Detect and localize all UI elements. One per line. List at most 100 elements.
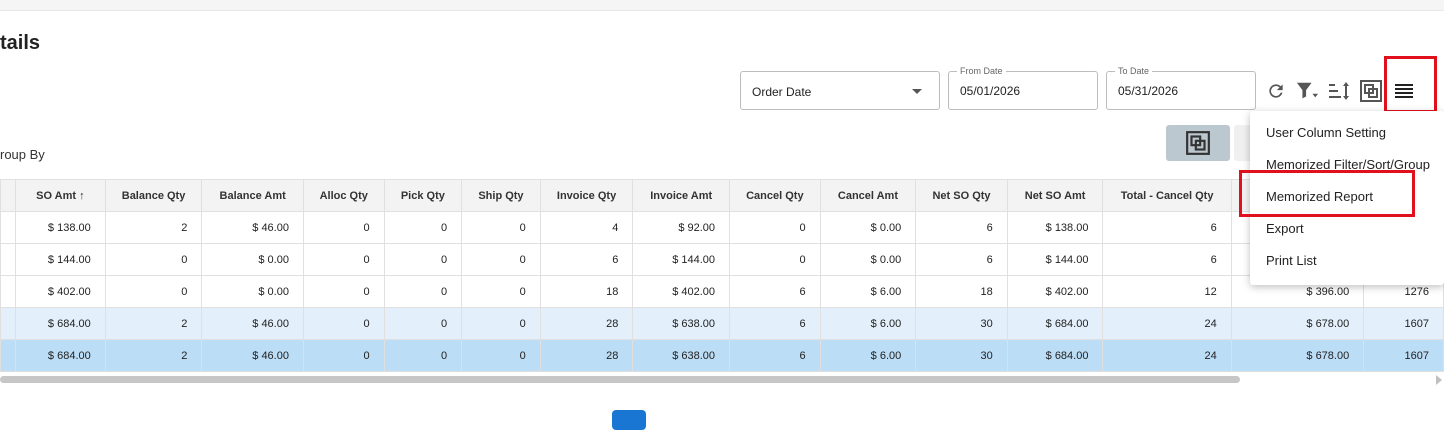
table-cell: 6 — [915, 243, 1008, 276]
column-header[interactable]: Alloc Qty — [302, 179, 385, 212]
table-cell: 2 — [104, 307, 203, 340]
table-cell: 6 — [1102, 211, 1232, 244]
column-header[interactable]: Net SO Qty — [915, 179, 1008, 212]
table-cell — [0, 243, 16, 276]
table-cell — [0, 339, 16, 372]
table-cell: 0 — [383, 275, 463, 308]
pagination-button[interactable] — [612, 410, 646, 430]
table-cell: 6 — [729, 275, 821, 308]
table-cell: $ 678.00 — [1230, 307, 1365, 340]
table-cell: 0 — [383, 307, 463, 340]
memorized-report-highlight — [1239, 170, 1415, 217]
table-cell: $ 0.00 — [819, 211, 917, 244]
table-cell — [0, 211, 16, 244]
table-cell: 28 — [539, 339, 634, 372]
from-date-label: From Date — [957, 66, 1006, 76]
column-header[interactable]: Ship Qty — [461, 179, 541, 212]
table-cell: $ 138.00 — [15, 211, 106, 244]
group-by-label[interactable]: roup By — [0, 147, 45, 162]
table-cell: 0 — [461, 339, 541, 372]
table-cell — [0, 275, 16, 308]
table-cell: 0 — [461, 243, 541, 276]
table-cell: 30 — [915, 339, 1008, 372]
column-header[interactable]: Balance Qty — [104, 179, 203, 212]
table-cell: 6 — [915, 211, 1008, 244]
group-icon — [1186, 131, 1210, 155]
table-cell: 4 — [539, 211, 634, 244]
table-cell: $ 144.00 — [15, 243, 106, 276]
table-cell: $ 0.00 — [201, 243, 304, 276]
table-cell: $ 6.00 — [819, 339, 917, 372]
table-row[interactable]: $ 402.00 0 $ 0.00 0 0 0 18 $ 402.00 6 $ 6.00 18 $ 4… — [0, 275, 1444, 308]
menu-item-export[interactable]: Export — [1266, 221, 1304, 236]
table-cell: $ 138.00 — [1006, 211, 1104, 244]
table-cell: 6 — [729, 339, 821, 372]
column-header[interactable]: Pick Qty — [383, 179, 463, 212]
table-cell: 30 — [915, 307, 1008, 340]
table-cell: 1607 — [1363, 339, 1444, 372]
table-cell: 18 — [539, 275, 634, 308]
table-row[interactable]: $ 684.00 2 $ 46.00 0 0 0 28 $ 638.00 6 $ 6.00 30 $ … — [0, 307, 1444, 340]
column-header[interactable]: Invoice Qty — [539, 179, 634, 212]
table-cell: 0 — [461, 307, 541, 340]
table-cell: 0 — [104, 243, 203, 276]
table-cell: 0 — [302, 211, 385, 244]
to-date-value: 05/31/2026 — [1118, 84, 1179, 98]
table-cell: $ 684.00 — [15, 307, 106, 340]
table-cell: $ 678.00 — [1230, 339, 1365, 372]
table-cell: $ 402.00 — [632, 275, 731, 308]
column-header[interactable]: Balance Amt — [201, 179, 304, 212]
menu-item-user-column-setting[interactable]: User Column Setting — [1266, 125, 1386, 140]
date-type-select[interactable]: Order Date — [740, 71, 940, 110]
table-header-row: SO Amt ↑ Balance Qty Balance Amt Alloc Q… — [0, 179, 1444, 212]
column-header[interactable]: Total - Cancel Qty — [1102, 179, 1232, 212]
table-cell: 2 — [104, 339, 203, 372]
column-header[interactable]: SO Amt ↑ — [15, 179, 106, 212]
table-cell: 0 — [302, 243, 385, 276]
table-cell: $ 46.00 — [201, 307, 304, 340]
table-cell: 6 — [729, 307, 821, 340]
table-cell: 0 — [302, 307, 385, 340]
table-cell: $ 144.00 — [632, 243, 731, 276]
date-type-value: Order Date — [752, 85, 812, 99]
table-cell: $ 638.00 — [632, 339, 731, 372]
data-table: SO Amt ↑ Balance Qty Balance Amt Alloc Q… — [0, 179, 1444, 372]
table-row[interactable]: $ 684.00 2 $ 46.00 0 0 0 28 $ 638.00 6 $ 6.00 30 $ … — [0, 339, 1444, 372]
scrollbar-thumb[interactable] — [0, 376, 1240, 383]
table-cell: 0 — [461, 275, 541, 308]
scroll-right-icon[interactable] — [1436, 375, 1442, 385]
table-cell: 1607 — [1363, 307, 1444, 340]
refresh-icon[interactable] — [1263, 78, 1289, 104]
filter-icon[interactable] — [1294, 78, 1320, 104]
to-date-field[interactable]: To Date 05/31/2026 — [1106, 66, 1256, 110]
menu-item-print-list[interactable]: Print List — [1266, 253, 1317, 268]
sort-icon[interactable] — [1326, 78, 1352, 104]
table-cell: $ 0.00 — [819, 243, 917, 276]
menu-icon-highlight — [1384, 56, 1437, 113]
table-row[interactable]: $ 144.00 0 $ 0.00 0 0 0 6 $ 144.00 0 $ 0.00 6 $ 144… — [0, 243, 1444, 276]
group-toggle-button[interactable] — [1166, 125, 1230, 161]
table-cell: 6 — [1102, 243, 1232, 276]
table-cell: 0 — [383, 243, 463, 276]
column-header[interactable]: Invoice Amt — [632, 179, 731, 212]
table-cell: 28 — [539, 307, 634, 340]
table-cell: 12 — [1102, 275, 1232, 308]
chevron-down-icon — [912, 89, 922, 94]
table-cell: $ 684.00 — [15, 339, 106, 372]
column-header[interactable]: Net SO Amt — [1006, 179, 1104, 212]
from-date-field[interactable]: From Date 05/01/2026 — [948, 66, 1098, 110]
table-cell: $ 684.00 — [1006, 339, 1104, 372]
table-cell: $ 46.00 — [201, 211, 304, 244]
table-cell: 24 — [1102, 307, 1232, 340]
table-cell: 0 — [302, 339, 385, 372]
column-header[interactable]: Cancel Amt — [819, 179, 917, 212]
table-cell: $ 144.00 — [1006, 243, 1104, 276]
group-icon[interactable] — [1358, 78, 1384, 104]
column-header[interactable]: Cancel Qty — [729, 179, 821, 212]
table-row[interactable]: $ 138.00 2 $ 46.00 0 0 0 4 $ 92.00 0 $ 0.00 6 $ 138… — [0, 211, 1444, 244]
table-cell: 0 — [729, 243, 821, 276]
column-header — [0, 179, 16, 212]
table-cell: $ 402.00 — [1006, 275, 1104, 308]
table-cell: 0 — [302, 275, 385, 308]
table-cell: 6 — [539, 243, 634, 276]
